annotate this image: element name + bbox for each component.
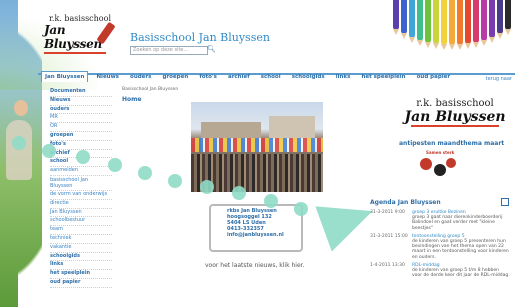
agenda-text: groep 3 gaat naar dierenkinderboerderij …: [412, 215, 503, 231]
decorative-dot: [76, 150, 90, 164]
balloons: [191, 138, 323, 152]
sidebar-item-vakantie[interactable]: vakantie: [50, 244, 112, 253]
nav-item-jan-bluyssen[interactable]: Jan Bluyssen: [41, 71, 89, 82]
sidebar-item-or[interactable]: OR: [50, 123, 112, 132]
decorative-dot: [138, 166, 152, 180]
schoolyard-crowd-photo: [191, 102, 323, 192]
ladybug: [446, 158, 456, 168]
agenda-item: 31-3-2011 15:00 tentoonstelling groep 5 …: [370, 234, 510, 260]
agenda-date: 1-4-2011 13:30: [370, 262, 405, 268]
antipesten-theme-link[interactable]: antipesten maandthema maart: [399, 140, 504, 147]
agenda-date: 31-3-2011 15:00: [370, 233, 408, 239]
search-icon[interactable]: 🔍︎: [207, 45, 216, 53]
ladybug: [434, 164, 446, 176]
sidebar-item-jan-bluyssen[interactable]: Jan Bluyssen: [50, 209, 112, 218]
sidebar-item-oud-papier[interactable]: oud papier: [50, 279, 112, 288]
nav-item-ouders[interactable]: ouders: [127, 72, 154, 82]
school-logo-large: r.k. basisschool Jan Bluyssen: [403, 98, 507, 146]
sidebar-item-techniek[interactable]: techniek: [50, 235, 112, 244]
decorative-dot: [12, 136, 26, 150]
agenda-text: de kinderen van groep 5 presenteren hun …: [412, 239, 509, 260]
nav-item-groepen[interactable]: groepen: [160, 72, 192, 82]
decorative-dot: [108, 158, 122, 172]
ladybug: [420, 158, 432, 170]
sidebar-item-schoolbestuur[interactable]: schoolbestuur: [50, 217, 112, 227]
decorative-dot: [168, 174, 182, 188]
logo-underline: [44, 52, 106, 54]
top-link[interactable]: terug naar: [486, 76, 512, 82]
nav-item-fotos[interactable]: foto's: [196, 72, 220, 82]
illustration-label: Samen sterk: [426, 150, 455, 155]
colored-pencils-image: [385, 0, 515, 50]
latest-news-link[interactable]: voor het laatste nieuws, klik hier.: [205, 262, 304, 269]
sidebar: Documenten Nieuws ouders MR OR groepen f…: [50, 88, 112, 288]
agenda-list: 31-3-2011 9:00 groep 3 eruitke Bezinen g…: [370, 210, 510, 281]
sidebar-item-documenten[interactable]: Documenten: [50, 88, 112, 97]
sidebar-item-team[interactable]: team: [50, 226, 112, 235]
logo-underline: [411, 125, 499, 127]
page-title: Home: [122, 96, 142, 103]
sidebar-item-directie[interactable]: directie: [50, 200, 112, 209]
sidebar-item-fotos[interactable]: foto's: [50, 141, 112, 150]
logo-big-text: Jan Bluyssen: [404, 109, 506, 125]
nav-item-oud-papier[interactable]: oud papier: [414, 72, 453, 82]
logo-small-text: r.k. basisschool: [416, 98, 494, 109]
decorative-dot: [42, 144, 56, 158]
address-card: rkbs Jan Bluyssen hoogsoggel 132 5404 LS…: [209, 204, 303, 252]
agenda-title: Agenda Jan Bluyssen: [370, 199, 441, 206]
main-nav: Jan Bluyssen Nieuws ouders groepen foto'…: [38, 63, 515, 82]
nav-item-nieuws[interactable]: Nieuws: [93, 72, 122, 82]
site-title: Basisschool Jan Bluyssen: [130, 31, 270, 44]
nav-item-links[interactable]: links: [333, 72, 354, 82]
nav-item-archief[interactable]: archief: [225, 72, 253, 82]
nav-item-school[interactable]: school: [258, 72, 284, 82]
sidebar-item-vorm-onderwijs[interactable]: de vorm van onderwijs: [50, 191, 112, 200]
sidebar-item-basisschool[interactable]: basisschool Jan Bluyssen: [50, 176, 112, 191]
decorative-dot: [232, 186, 246, 200]
sidebar-item-ouders[interactable]: ouders: [50, 106, 112, 115]
nav-item-schoolgids[interactable]: schoolgids: [289, 72, 328, 82]
address-email[interactable]: info@janbluyssen.nl: [227, 232, 284, 238]
school-logo[interactable]: r.k. basisschool Jan Bluyssen: [44, 14, 116, 54]
sidebar-item-aanmelden[interactable]: aanmelden: [50, 167, 112, 176]
search-input[interactable]: Zoeken op deze site...: [130, 46, 208, 55]
decorative-dot: [264, 194, 278, 208]
sidebar-item-het-speelplein[interactable]: het speelplein: [50, 270, 112, 279]
logo-small-text: r.k. basisschool: [48, 14, 111, 23]
breadcrumb[interactable]: Basisschool Jan Bluyssen: [122, 87, 178, 92]
sidebar-item-links[interactable]: links: [50, 261, 112, 271]
agenda-text: de kinderen van groep 5 t/m 8 hebben voo…: [412, 268, 510, 279]
ladybugs-illustration: Samen sterk: [416, 150, 460, 180]
agenda-item: 1-4-2011 13:30 RDL-middag de kinderen va…: [370, 263, 510, 279]
sidebar-item-schoolgids[interactable]: schoolgids: [50, 253, 112, 262]
agenda-rss-icon[interactable]: [501, 198, 509, 206]
nav-item-het-speelplein[interactable]: het speelplein: [358, 72, 408, 82]
decorative-dot: [200, 180, 214, 194]
decorative-dot: [294, 202, 308, 216]
sidebar-item-nieuws[interactable]: Nieuws: [50, 97, 112, 106]
sidebar-item-mr[interactable]: MR: [50, 114, 112, 124]
agenda-date: 31-3-2011 9:00: [370, 210, 405, 215]
sidebar-item-groepen[interactable]: groepen: [50, 132, 112, 141]
agenda-item: 31-3-2011 9:00 groep 3 eruitke Bezinen g…: [370, 210, 510, 231]
